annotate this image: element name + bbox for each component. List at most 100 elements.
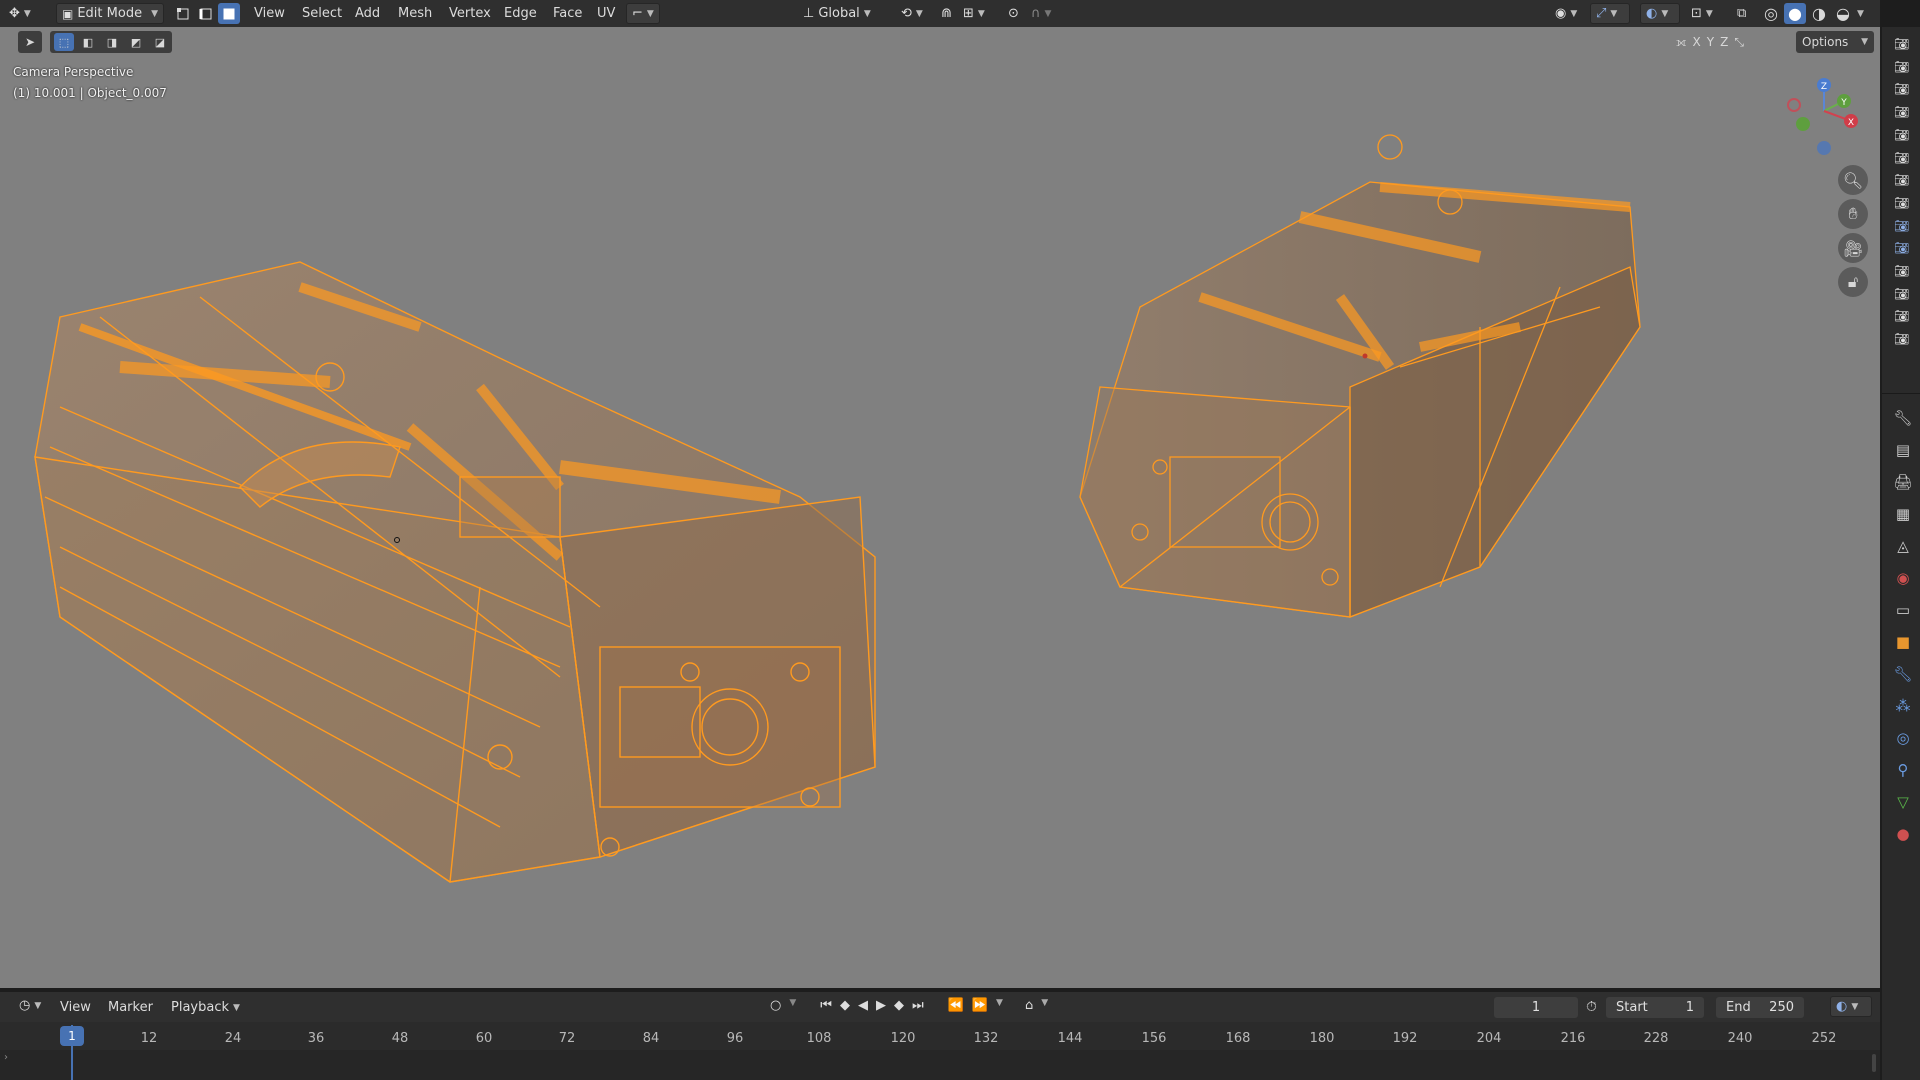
timeline-area[interactable]: 12 24 36 48 60 72 84 96 108 120 132 144 … <box>0 1022 1880 1080</box>
object-properties-icon[interactable]: ■ <box>1893 626 1913 658</box>
uv-sync-dropdown[interactable]: ⌐ ▼ <box>626 3 660 24</box>
camera-restrict-icon[interactable]: 📷︎ <box>1894 56 1909 79</box>
snap-target-dropdown[interactable]: ⊞ ▼ <box>958 3 994 24</box>
falloff-dropdown[interactable]: ∩ ▼ <box>1026 3 1060 24</box>
mesh-object-right[interactable] <box>1079 134 1641 618</box>
frame-ruler[interactable] <box>0 1022 1880 1050</box>
scrollbar[interactable] <box>1872 1054 1876 1072</box>
jump-prev-keyframe-icon[interactable]: ◆ <box>840 998 850 1013</box>
gizmo-neg-y-axis[interactable] <box>1796 117 1810 131</box>
mesh-canvas[interactable] <box>0 27 1880 988</box>
world-properties-icon[interactable]: ◉ <box>1893 562 1913 594</box>
material-properties-icon[interactable]: ● <box>1893 818 1913 850</box>
edge-select-button[interactable] <box>195 3 217 24</box>
jump-to-start-icon[interactable]: ⏮ <box>820 998 832 1013</box>
mode-dropdown[interactable]: ▣ Edit Mode ▼ <box>56 3 164 24</box>
camera-restrict-icon[interactable]: 📷︎ <box>1894 101 1909 124</box>
face-select-button[interactable] <box>218 3 240 24</box>
menu-face[interactable]: Face <box>553 3 582 24</box>
particles-properties-icon[interactable]: ⁂ <box>1893 690 1913 722</box>
camera-restrict-icon[interactable]: 📷︎ <box>1894 305 1909 328</box>
mesh-edit-overlays-dropdown[interactable]: ⊡ ▼ <box>1686 3 1722 24</box>
visibility-dropdown[interactable]: ◉ ▼ <box>1550 3 1586 24</box>
output-properties-icon[interactable]: 🖨︎ <box>1893 466 1913 498</box>
menu-vertex[interactable]: Vertex <box>449 3 491 24</box>
play-icon[interactable]: ▶ <box>876 998 886 1013</box>
menu-mesh[interactable]: Mesh <box>398 3 432 24</box>
zoom-button[interactable]: 🔍︎ <box>1838 165 1868 195</box>
gizmo-neg-z-axis[interactable] <box>1817 141 1831 155</box>
use-preview-range-icon[interactable]: ⏱ <box>1586 999 1597 1015</box>
modifier-properties-icon[interactable]: 🔧︎ <box>1893 658 1913 690</box>
prev-keyframe-icon[interactable]: ⏪ <box>948 998 964 1013</box>
editor-type-button[interactable]: ✥ ▼ <box>4 3 50 24</box>
chevron-down-icon[interactable]: ▼ <box>996 998 1003 1013</box>
gizmo-neg-x-axis[interactable] <box>1787 98 1801 112</box>
timeline-editor-type-button[interactable]: ◷ ▼ <box>14 995 50 1016</box>
vertex-select-button[interactable] <box>172 3 194 24</box>
camera-restrict-icon[interactable]: 📷︎ <box>1894 237 1909 260</box>
camera-restrict-icon[interactable]: 📷︎ <box>1894 328 1909 351</box>
navigation-gizmo[interactable]: Z Y X <box>1778 71 1858 181</box>
camera-restrict-icon[interactable]: 📷︎ <box>1894 215 1909 238</box>
chevron-down-icon: ▼ <box>23 8 31 19</box>
proportional-edit-toggle[interactable]: ⊙ <box>1003 3 1023 24</box>
menu-view[interactable]: View <box>254 3 285 24</box>
jump-to-end-icon[interactable]: ⏭ <box>912 998 924 1013</box>
wireframe-shading-button[interactable]: ◎ <box>1760 3 1782 24</box>
current-frame-field[interactable]: 1 <box>1494 997 1578 1018</box>
camera-restrict-icon[interactable]: 📷︎ <box>1894 147 1909 170</box>
camera-restrict-icon[interactable]: 📷︎ <box>1894 260 1909 283</box>
render-properties-icon[interactable]: ▤ <box>1893 434 1913 466</box>
lock-camera-button[interactable]: 🔓︎ <box>1838 267 1868 297</box>
tool-properties-icon[interactable]: 🔧︎ <box>1893 402 1913 434</box>
overlays-toggle[interactable]: ◐ ▼ <box>1640 3 1680 24</box>
view-layer-properties-icon[interactable]: ▦ <box>1893 498 1913 530</box>
collection-properties-icon[interactable]: ▭ <box>1893 594 1913 626</box>
chevron-down-icon[interactable]: ▼ <box>789 998 796 1013</box>
rendered-shading-button[interactable]: ◒ <box>1832 3 1854 24</box>
menu-add[interactable]: Add <box>355 3 380 24</box>
playhead[interactable]: 1 <box>60 1026 84 1046</box>
timeline-menu-playback[interactable]: Playback ▼ <box>166 997 248 1018</box>
transform-orientation-dropdown[interactable]: ⊥ Global ▼ <box>798 3 888 24</box>
end-frame-field[interactable]: End 250 <box>1716 997 1804 1018</box>
pivot-dropdown[interactable]: ⟲ ▼ <box>896 3 932 24</box>
snap-toggle[interactable]: ⋒ <box>936 3 956 24</box>
camera-restrict-icon[interactable]: 📷︎ <box>1894 283 1909 306</box>
jump-next-keyframe-icon[interactable]: ◆ <box>894 998 904 1013</box>
gizmo-toggle[interactable]: ⤢ ▼ <box>1590 3 1630 24</box>
xray-toggle[interactable]: ⧉ <box>1732 3 1754 24</box>
physics-properties-icon[interactable]: ◎ <box>1893 722 1913 754</box>
data-properties-icon[interactable]: ▽ <box>1893 786 1913 818</box>
camera-restrict-icon[interactable]: 📷︎ <box>1894 78 1909 101</box>
camera-view-button[interactable]: 🎥︎ <box>1838 233 1868 263</box>
expand-channels-icon[interactable]: › <box>4 1052 8 1063</box>
mesh-object-left[interactable] <box>34 261 876 883</box>
scene-properties-icon[interactable]: ◬ <box>1893 530 1913 562</box>
start-value: 1 <box>1685 1000 1694 1015</box>
material-shading-button[interactable]: ◑ <box>1808 3 1830 24</box>
timeline-overlays-dropdown[interactable]: ◐ ▼ <box>1830 996 1872 1017</box>
constraints-properties-icon[interactable]: ⚲ <box>1893 754 1913 786</box>
camera-restrict-icon[interactable]: 📷︎ <box>1894 124 1909 147</box>
chevron-down-icon[interactable]: ▼ <box>1041 998 1048 1013</box>
menu-select[interactable]: Select <box>302 3 342 24</box>
menu-edge[interactable]: Edge <box>504 3 537 24</box>
menu-uv[interactable]: UV <box>597 3 615 24</box>
play-reverse-icon[interactable]: ◀ <box>858 998 868 1013</box>
timeline-menu-marker[interactable]: Marker <box>108 997 153 1018</box>
camera-restrict-icon[interactable]: 📷︎ <box>1894 169 1909 192</box>
start-frame-field[interactable]: Start 1 <box>1606 997 1704 1018</box>
camera-restrict-icon[interactable]: 📷︎ <box>1894 33 1909 56</box>
rendered-sphere-icon: ◒ <box>1836 4 1850 23</box>
camera-restrict-icon[interactable]: 📷︎ <box>1894 192 1909 215</box>
pan-button[interactable]: ✋︎ <box>1838 199 1868 229</box>
auto-keying-icon[interactable]: ○ <box>770 998 781 1013</box>
keying-set-icon[interactable]: ⌂ <box>1025 998 1033 1013</box>
next-keyframe-icon[interactable]: ⏩ <box>972 998 988 1013</box>
3d-viewport[interactable]: ➤ ⬚ ◧ ◨ ◩ ◪ ⟗ X Y Z ⤡ Options ▼ Camera P… <box>0 27 1880 988</box>
solid-shading-button[interactable]: ● <box>1784 3 1806 24</box>
timeline-menu-view[interactable]: View <box>60 997 91 1018</box>
shading-options-dropdown[interactable]: ▼ <box>1852 3 1872 24</box>
